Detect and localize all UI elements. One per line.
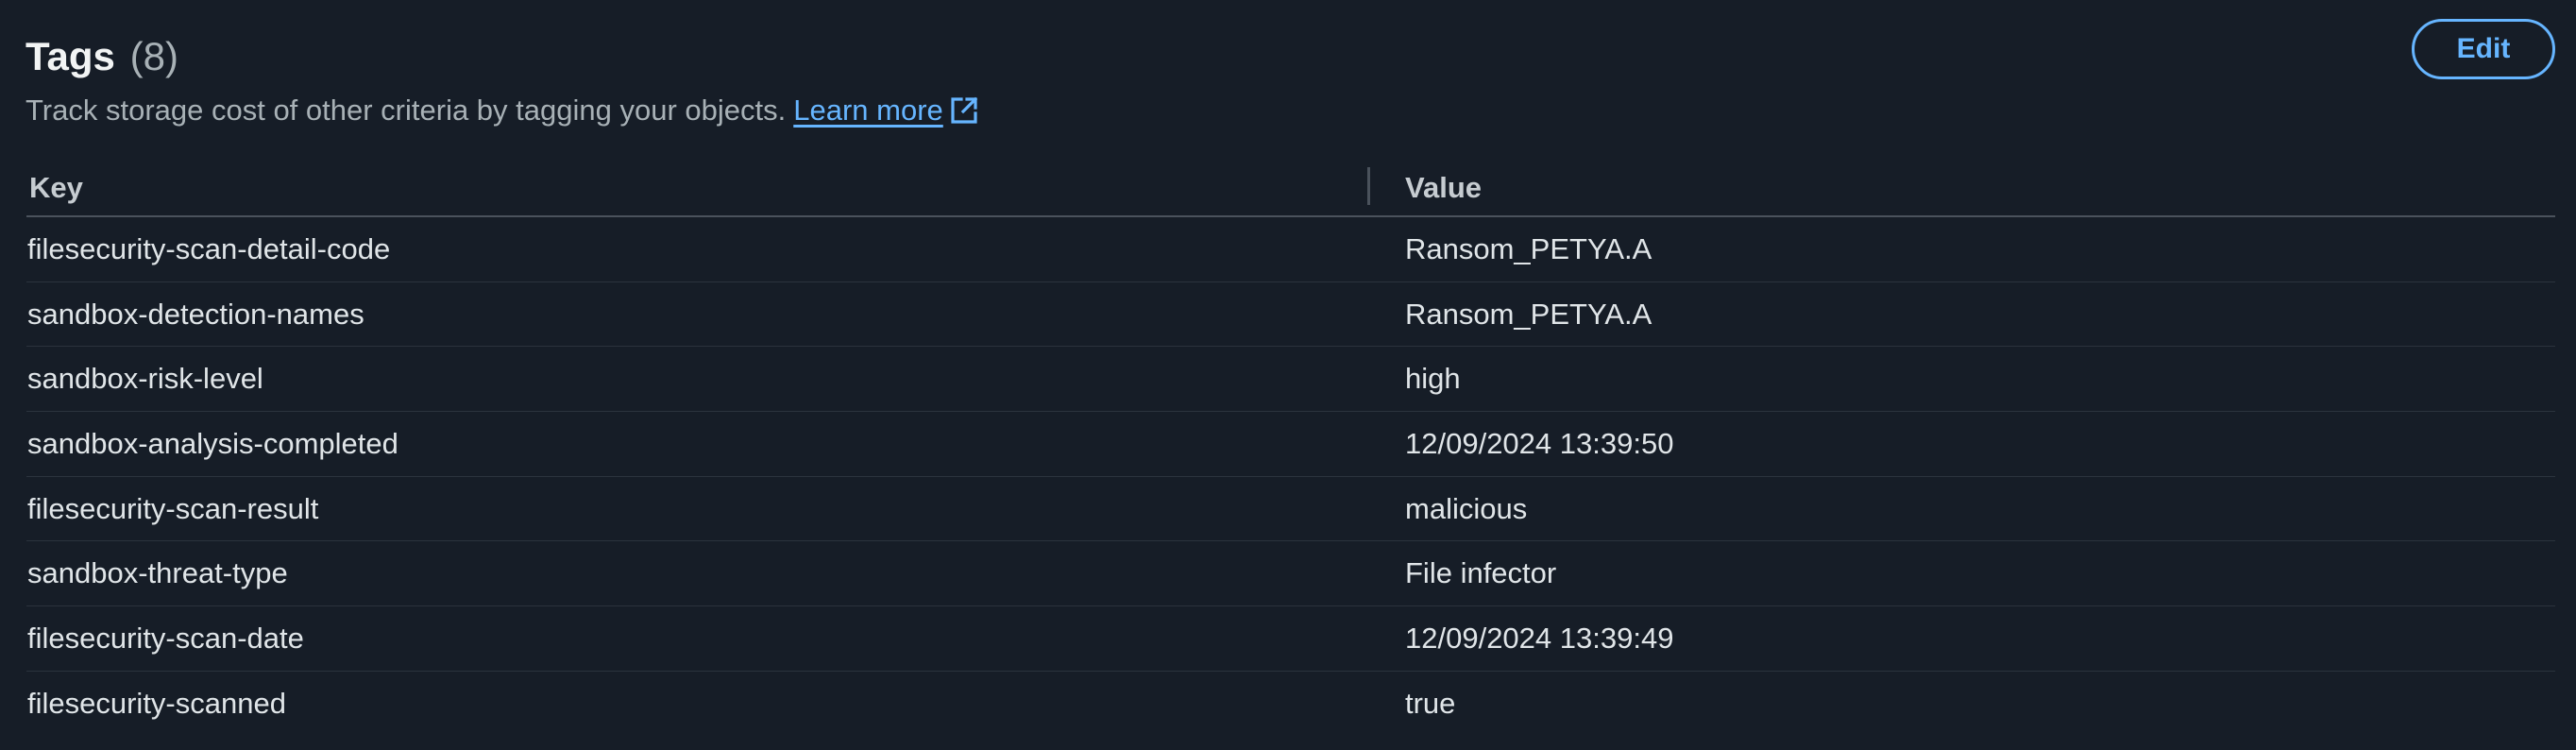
tags-header: Tags (8) Track storage cost of other cri… xyxy=(25,30,979,130)
tag-value: 12/09/2024 13:39:49 xyxy=(1405,621,1674,655)
tag-key: filesecurity-scan-result xyxy=(27,491,319,525)
table-row: sandbox-analysis-completed 12/09/2024 13… xyxy=(26,412,2555,477)
table-row: filesecurity-scanned true xyxy=(26,672,2555,736)
tags-table: Key Value filesecurity-scan-detail-code … xyxy=(26,161,2555,736)
learn-more-link[interactable]: Learn more xyxy=(793,94,943,127)
tag-key: sandbox-threat-type xyxy=(27,556,288,590)
tag-key: filesecurity-scanned xyxy=(27,686,286,720)
table-row: filesecurity-scan-detail-code Ransom_PET… xyxy=(26,217,2555,282)
table-row: sandbox-threat-type File infector xyxy=(26,541,2555,607)
title-text: Tags xyxy=(25,34,115,78)
tag-key: sandbox-risk-level xyxy=(27,362,263,396)
page-title: Tags (8) xyxy=(25,30,979,83)
edit-button[interactable]: Edit xyxy=(2412,19,2555,79)
tag-value: 12/09/2024 13:39:50 xyxy=(1405,426,1674,460)
learn-more-label: Learn more xyxy=(793,94,943,127)
column-header-key[interactable]: Key xyxy=(26,167,1405,205)
tag-value: true xyxy=(1405,686,1456,720)
table-row: filesecurity-scan-date 12/09/2024 13:39:… xyxy=(26,606,2555,672)
tags-description: Track storage cost of other criteria by … xyxy=(25,91,979,130)
tag-key: filesecurity-scan-date xyxy=(27,621,304,655)
tags-panel: Tags (8) Track storage cost of other cri… xyxy=(0,0,2576,750)
description-text: Track storage cost of other criteria by … xyxy=(25,94,787,127)
external-link-icon[interactable] xyxy=(949,95,979,126)
tag-value: Ransom_PETYA.A xyxy=(1405,297,1652,331)
table-row: filesecurity-scan-result malicious xyxy=(26,477,2555,542)
tag-key: sandbox-detection-names xyxy=(27,297,364,331)
tag-count: (8) xyxy=(129,34,178,78)
tag-key: filesecurity-scan-detail-code xyxy=(27,231,391,265)
tag-value: high xyxy=(1405,362,1461,396)
tag-value: File infector xyxy=(1405,556,1557,590)
table-row: sandbox-detection-names Ransom_PETYA.A xyxy=(26,282,2555,348)
table-header: Key Value xyxy=(26,161,2555,217)
table-row: sandbox-risk-level high xyxy=(26,347,2555,413)
tag-key: sandbox-analysis-completed xyxy=(27,426,398,460)
tag-value: Ransom_PETYA.A xyxy=(1405,231,1652,265)
tag-value: malicious xyxy=(1405,491,1528,525)
column-header-value[interactable]: Value xyxy=(1405,171,2555,205)
